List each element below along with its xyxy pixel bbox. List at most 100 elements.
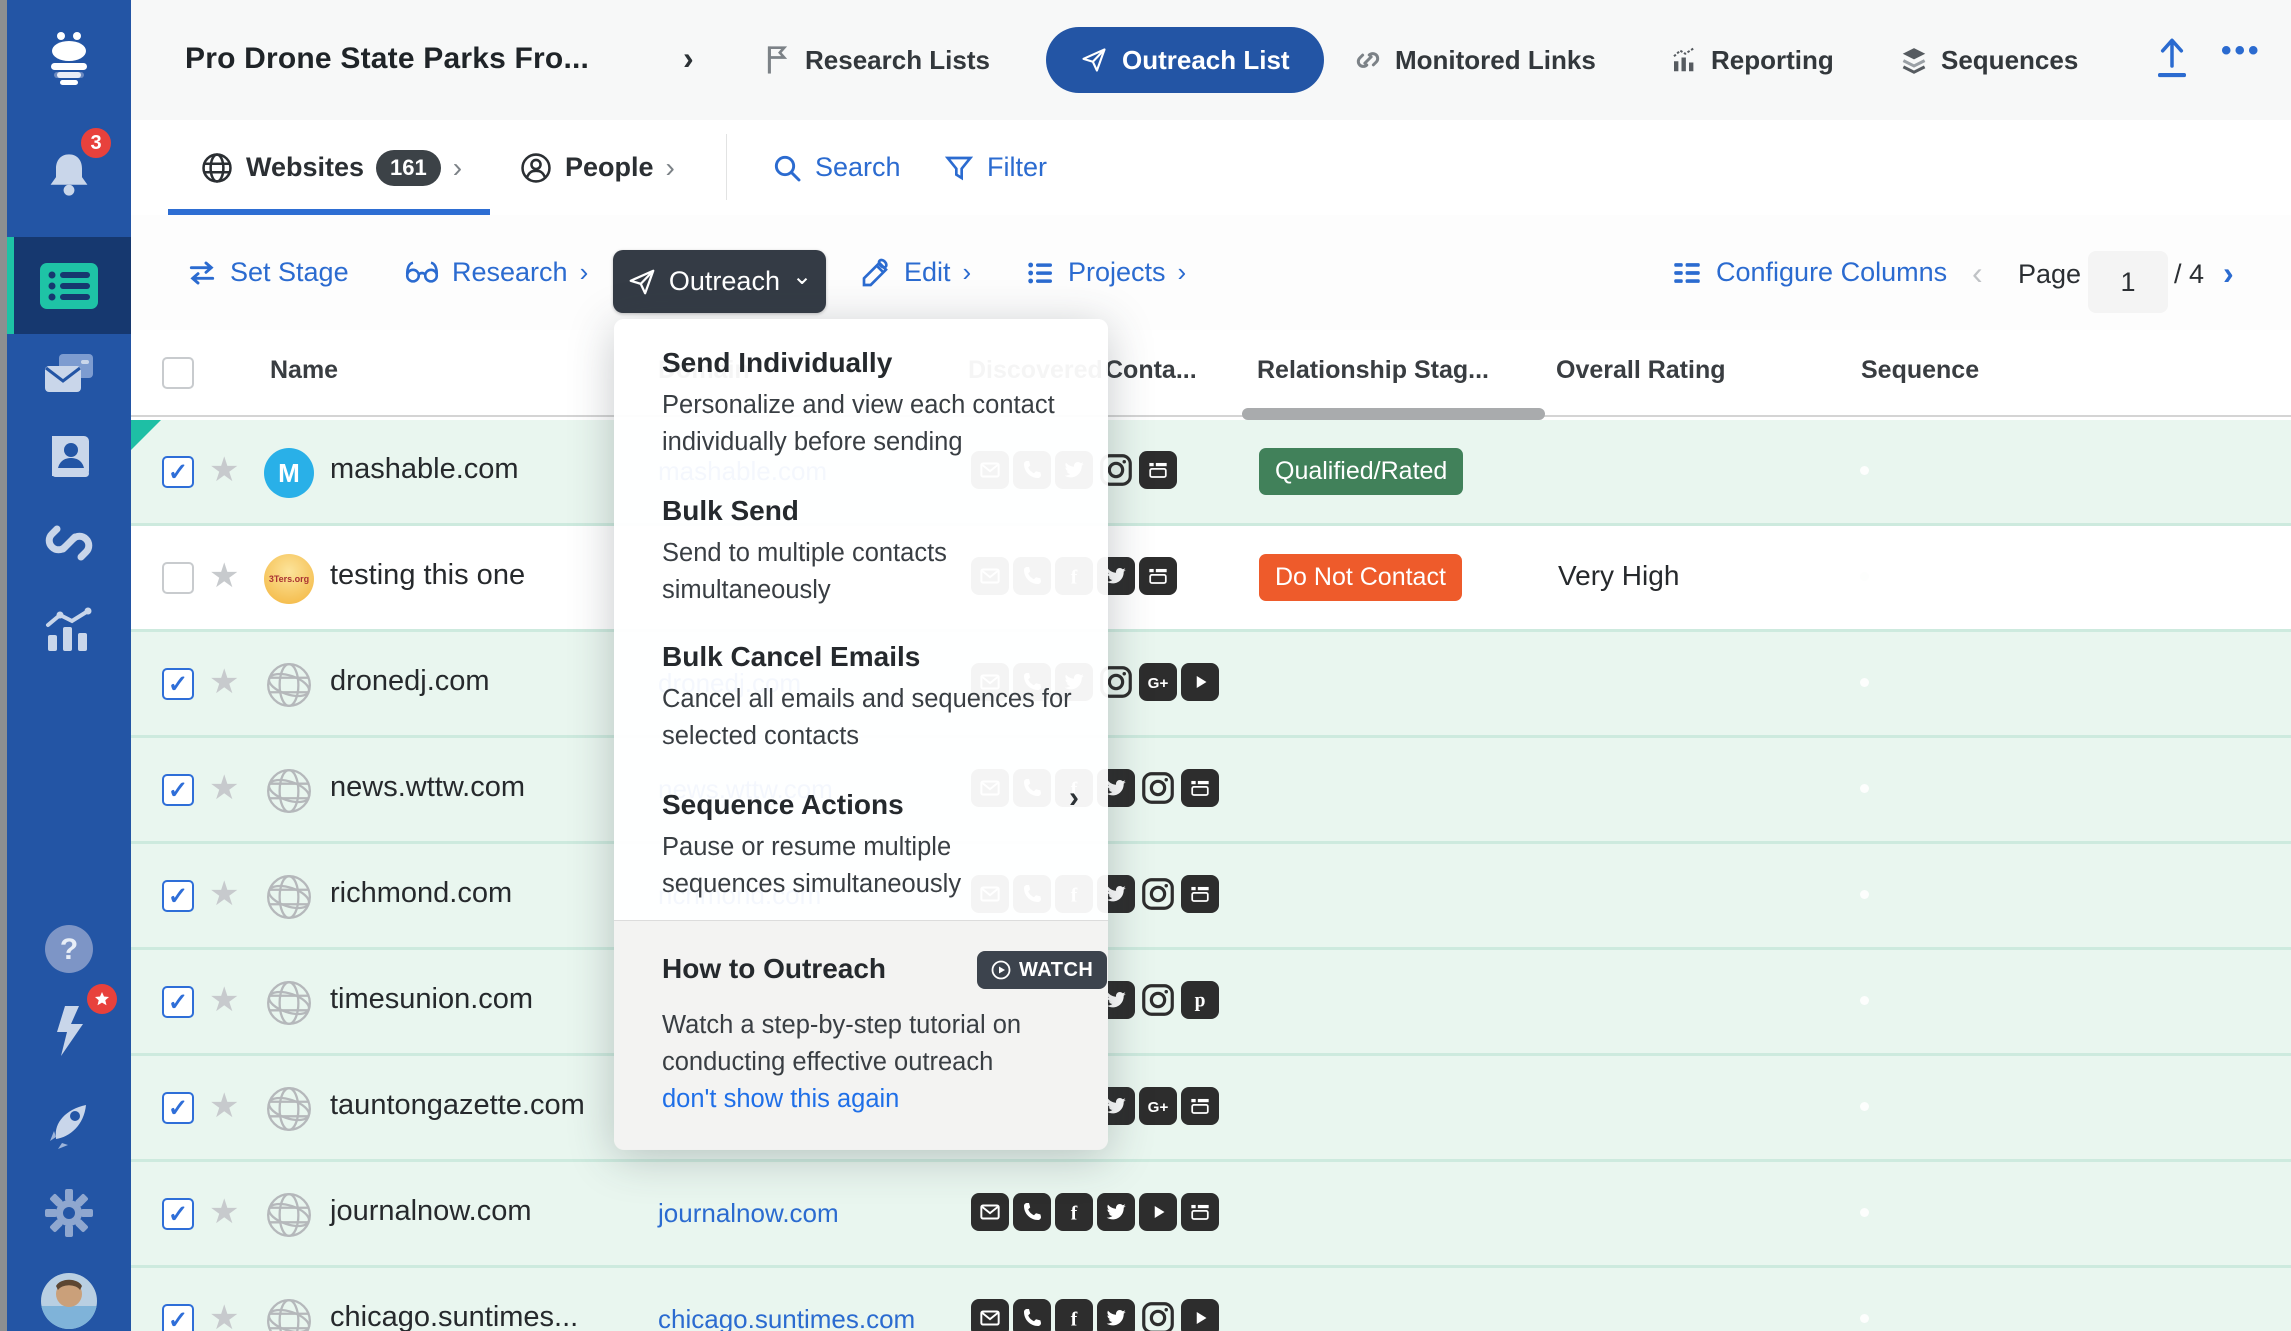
- whats-new-bolt-icon[interactable]: [7, 988, 131, 1074]
- select-all-checkbox[interactable]: [162, 357, 194, 389]
- project-title[interactable]: Pro Drone State Parks Fro...: [185, 42, 589, 76]
- instagram-icon[interactable]: [1139, 981, 1177, 1019]
- search-button[interactable]: Search: [771, 120, 901, 215]
- phone-icon[interactable]: [1013, 1299, 1051, 1331]
- facebook-icon[interactable]: f: [1055, 1193, 1093, 1231]
- newspaper-icon[interactable]: [1181, 875, 1219, 913]
- favorite-star-icon[interactable]: ★: [209, 768, 239, 808]
- research-menu-button[interactable]: Research ›: [404, 215, 588, 330]
- menu-item-sequence-actions[interactable]: Sequence Actions Pause or resume multipl…: [662, 785, 1072, 903]
- nav-reporting[interactable]: Reporting: [1669, 0, 1834, 120]
- row-checkbox[interactable]: ✓: [162, 1092, 194, 1124]
- website-name[interactable]: journalnow.com: [330, 1195, 532, 1228]
- instagram-icon[interactable]: [1139, 1299, 1177, 1331]
- horizontal-scrollbar-thumb[interactable]: [1242, 408, 1545, 420]
- envelope-icon[interactable]: [971, 1193, 1009, 1231]
- newspaper-icon[interactable]: [1181, 1193, 1219, 1231]
- upload-icon[interactable]: [2154, 38, 2190, 80]
- column-header-relationship-stage[interactable]: Relationship Stag...: [1257, 356, 1489, 385]
- column-header-contact[interactable]: Conta...: [1105, 356, 1197, 385]
- favorite-star-icon[interactable]: ★: [209, 1298, 239, 1331]
- website-domain-link[interactable]: chicago.suntimes.com: [658, 1304, 915, 1331]
- set-stage-button[interactable]: Set Stage: [186, 215, 349, 330]
- configure-columns-button[interactable]: Configure Columns: [1670, 215, 1947, 330]
- newspaper-icon[interactable]: [1139, 451, 1177, 489]
- menu-item-send-individually[interactable]: Send Individually Personalize and view e…: [662, 343, 1072, 461]
- getting-started-rocket-icon[interactable]: [7, 1081, 131, 1167]
- favorite-star-icon[interactable]: ★: [209, 1192, 239, 1232]
- sidebar-item-links[interactable]: [7, 500, 131, 586]
- instagram-icon[interactable]: [1139, 875, 1177, 913]
- user-avatar[interactable]: [7, 1258, 131, 1331]
- notifications-bell-icon[interactable]: 3: [7, 132, 131, 218]
- horizontal-scrollbar-track[interactable]: [131, 415, 2291, 417]
- watch-tutorial-button[interactable]: WATCH: [977, 951, 1107, 989]
- phone-icon[interactable]: [1013, 1193, 1051, 1231]
- youtube-icon[interactable]: [1181, 1299, 1219, 1331]
- previous-page-button[interactable]: ‹: [1972, 255, 1983, 292]
- settings-gear-icon[interactable]: [7, 1170, 131, 1256]
- column-header-name[interactable]: Name: [270, 356, 338, 385]
- pinterest-icon[interactable]: p: [1181, 981, 1219, 1019]
- menu-item-bulk-send[interactable]: Bulk Send Send to multiple contacts simu…: [662, 491, 1072, 609]
- relationship-stage-badge[interactable]: Qualified/Rated: [1259, 448, 1463, 495]
- favorite-star-icon[interactable]: ★: [209, 662, 239, 702]
- nav-outreach-list[interactable]: Outreach List: [1046, 27, 1324, 93]
- nav-monitored-links[interactable]: Monitored Links: [1353, 0, 1596, 120]
- row-checkbox[interactable]: ✓: [162, 668, 194, 700]
- newspaper-icon[interactable]: [1181, 769, 1219, 807]
- row-checkbox[interactable]: ✓: [162, 456, 194, 488]
- row-checkbox[interactable]: ✓: [162, 986, 194, 1018]
- help-icon[interactable]: ?: [7, 906, 131, 992]
- nav-sequences[interactable]: Sequences: [1899, 0, 2078, 120]
- website-name[interactable]: mashable.com: [330, 453, 519, 486]
- sidebar-item-contacts[interactable]: [7, 413, 131, 499]
- row-checkbox[interactable]: [162, 562, 194, 594]
- project-title-chevron-icon[interactable]: ›: [683, 40, 694, 77]
- outreach-menu-button[interactable]: Outreach ⌄: [613, 250, 826, 313]
- website-name[interactable]: timesunion.com: [330, 983, 533, 1016]
- edit-menu-button[interactable]: Edit ›: [860, 215, 971, 330]
- next-page-button[interactable]: ›: [2223, 255, 2234, 292]
- newspaper-icon[interactable]: [1181, 1087, 1219, 1125]
- row-checkbox[interactable]: ✓: [162, 774, 194, 806]
- menu-item-bulk-cancel-emails[interactable]: Bulk Cancel Emails Cancel all emails and…: [662, 637, 1072, 755]
- website-domain-link[interactable]: journalnow.com: [658, 1198, 839, 1229]
- envelope-icon[interactable]: [971, 1299, 1009, 1331]
- page-number-input[interactable]: [2088, 251, 2168, 313]
- facebook-icon[interactable]: f: [1055, 1299, 1093, 1331]
- newspaper-icon[interactable]: [1139, 557, 1177, 595]
- favorite-star-icon[interactable]: ★: [209, 450, 239, 490]
- gplus-icon[interactable]: G+: [1139, 663, 1177, 701]
- row-checkbox[interactable]: ✓: [162, 880, 194, 912]
- youtube-icon[interactable]: [1139, 1193, 1177, 1231]
- row-checkbox[interactable]: ✓: [162, 1304, 194, 1331]
- projects-menu-button[interactable]: Projects ›: [1024, 215, 1186, 330]
- column-header-sequence[interactable]: Sequence: [1861, 356, 1979, 385]
- column-header-overall-rating[interactable]: Overall Rating: [1556, 356, 1726, 385]
- sidebar-item-mail[interactable]: [7, 330, 131, 416]
- tab-websites[interactable]: Websites 161 ›: [200, 120, 462, 215]
- tab-people[interactable]: People ›: [519, 120, 675, 215]
- row-checkbox[interactable]: ✓: [162, 1198, 194, 1230]
- favorite-star-icon[interactable]: ★: [209, 556, 239, 596]
- favorite-star-icon[interactable]: ★: [209, 1086, 239, 1126]
- more-options-ellipsis-icon[interactable]: •••: [2221, 34, 2262, 68]
- relationship-stage-badge[interactable]: Do Not Contact: [1259, 554, 1462, 601]
- website-name[interactable]: dronedj.com: [330, 665, 490, 698]
- filter-button[interactable]: Filter: [943, 120, 1047, 215]
- website-name[interactable]: testing this one: [330, 559, 525, 592]
- website-name[interactable]: richmond.com: [330, 877, 512, 910]
- sidebar-item-reports[interactable]: [7, 589, 131, 675]
- nav-research-lists[interactable]: Research Lists: [763, 0, 990, 120]
- website-name[interactable]: chicago.suntimes...: [330, 1301, 578, 1331]
- website-name[interactable]: news.wttw.com: [330, 771, 525, 804]
- gplus-icon[interactable]: G+: [1139, 1087, 1177, 1125]
- instagram-icon[interactable]: [1139, 769, 1177, 807]
- favorite-star-icon[interactable]: ★: [209, 980, 239, 1020]
- buzzstream-logo-icon[interactable]: [7, 15, 131, 101]
- sidebar-item-lists[interactable]: [7, 243, 131, 329]
- website-name[interactable]: tauntongazette.com: [330, 1089, 585, 1122]
- twitter-icon[interactable]: [1097, 1299, 1135, 1331]
- favorite-star-icon[interactable]: ★: [209, 874, 239, 914]
